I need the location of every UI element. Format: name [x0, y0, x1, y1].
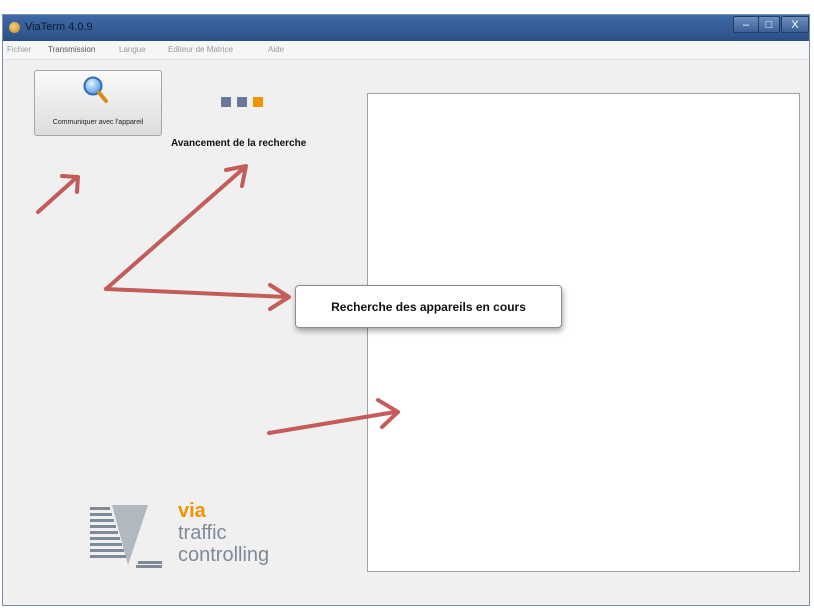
status-popup-text: Recherche des appareils en cours: [331, 300, 526, 314]
app-icon: [9, 22, 20, 33]
menu-bar: Fichier Transmission Langue Editeur de M…: [3, 41, 809, 60]
logo-tagline-controlling: controlling: [178, 544, 270, 566]
maximize-button[interactable]: □: [758, 16, 780, 33]
progress-step: [221, 97, 231, 107]
taskbar-item-viagraph[interactable]: ViaGraph: [651, 3, 693, 14]
search-icon: [83, 76, 108, 103]
menu-langue[interactable]: Langue: [119, 45, 146, 54]
status-popup: Recherche des appareils en cours: [295, 285, 562, 328]
logo-brand: via: [178, 500, 206, 522]
window-title: ViaTerm 4.0.9: [25, 21, 93, 33]
progress-step: [253, 97, 263, 107]
menu-aide[interactable]: Aide: [268, 45, 284, 54]
via-logo-icon: [90, 505, 162, 568]
device-list-panel[interactable]: [367, 93, 800, 572]
close-button[interactable]: X: [781, 16, 809, 33]
taskbar-item-adresse-via[interactable]: Adresse Via: [738, 3, 792, 14]
communicate-button[interactable]: Communiquer avec l'appareil: [34, 70, 162, 136]
communicate-button-label: Communiquer avec l'appareil: [52, 119, 144, 126]
minimize-button[interactable]: –: [733, 16, 759, 33]
menu-fichier[interactable]: Fichier: [7, 45, 31, 54]
progress-step: [237, 97, 247, 107]
title-bar[interactable]: ViaTerm 4.0.9 ViaGraph Adresse Via – □ X: [3, 3, 809, 41]
menu-editeur-de-matrice[interactable]: Editeur de Matrice: [168, 45, 233, 54]
logo-tagline-traffic: traffic: [178, 522, 227, 544]
search-progress-label: Avancement de la recherche: [171, 138, 307, 149]
menu-transmission[interactable]: Transmission: [48, 45, 95, 54]
